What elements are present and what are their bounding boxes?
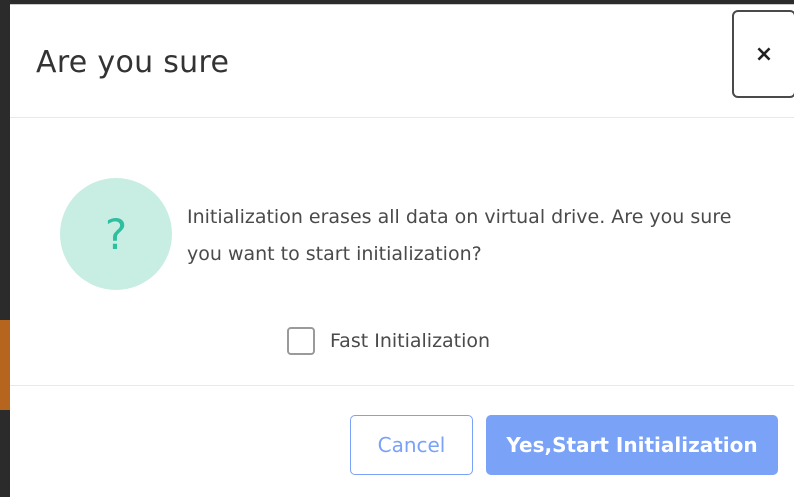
start-initialization-button[interactable]: Yes,Start Initialization (486, 415, 778, 475)
confirm-dialog: Are you sure × ? Initialization erases a… (10, 4, 794, 497)
dialog-footer: Cancel Yes,Start Initialization (10, 385, 794, 498)
close-button[interactable]: × (732, 10, 794, 98)
dialog-header: Are you sure (10, 5, 794, 118)
cancel-button[interactable]: Cancel (350, 415, 473, 475)
question-icon: ? (60, 178, 172, 290)
dialog-title: Are you sure (36, 45, 230, 80)
fast-initialization-checkbox[interactable] (287, 327, 315, 355)
fast-initialization-label[interactable]: Fast Initialization (330, 330, 490, 352)
fast-initialization-option[interactable]: Fast Initialization (287, 327, 490, 355)
question-glyph: ? (104, 209, 128, 259)
dialog-message: Initialization erases all data on virtua… (187, 206, 732, 265)
close-icon: × (754, 41, 774, 67)
